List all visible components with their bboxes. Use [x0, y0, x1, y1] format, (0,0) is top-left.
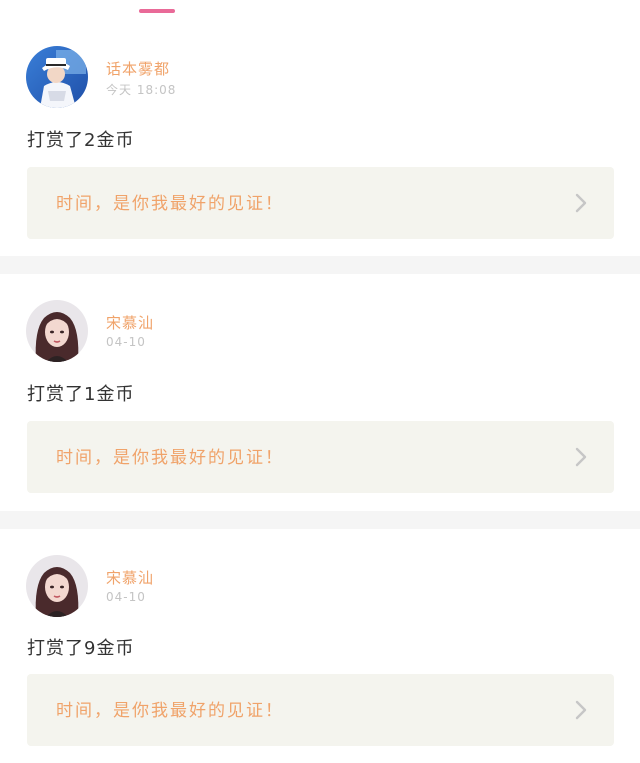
timestamp: 04-10 — [106, 335, 146, 349]
avatar-girl-dark-hair-icon — [26, 300, 88, 362]
card-divider — [0, 256, 640, 274]
page: 话本雾都 今天 18:08 打赏了2金币 时间，是你我最好的见证！ 宋慕汕 04… — [0, 0, 640, 763]
username[interactable]: 宋慕汕 — [106, 567, 154, 588]
timestamp: 04-10 — [106, 590, 146, 604]
username[interactable]: 话本雾都 — [106, 58, 170, 79]
feed-card: 话本雾都 今天 18:08 打赏了2金币 时间，是你我最好的见证！ — [0, 20, 640, 256]
avatar[interactable] — [26, 555, 88, 617]
avatar[interactable] — [26, 300, 88, 362]
username[interactable]: 宋慕汕 — [106, 312, 154, 333]
avatar[interactable] — [26, 46, 88, 108]
quote-text: 时间，是你我最好的见证！ — [56, 701, 284, 721]
chevron-right-icon — [575, 700, 587, 720]
chevron-right-icon — [575, 447, 587, 467]
card-divider — [0, 511, 640, 529]
quote-box[interactable]: 时间，是你我最好的见证！ — [27, 421, 614, 493]
feed-card: 宋慕汕 04-10 打赏了9金币 时间，是你我最好的见证！ — [0, 529, 640, 763]
avatar-girl-dark-hair-icon — [26, 555, 88, 617]
reward-text: 打赏了2金币 — [27, 130, 135, 151]
chevron-right-icon — [575, 193, 587, 213]
quote-box[interactable]: 时间，是你我最好的见证！ — [27, 167, 614, 239]
quote-text: 时间，是你我最好的见证！ — [56, 448, 284, 468]
avatar-boy-white-hat-icon — [26, 46, 88, 108]
quote-box[interactable]: 时间，是你我最好的见证！ — [27, 674, 614, 746]
feed-card: 宋慕汕 04-10 打赏了1金币 时间，是你我最好的见证！ — [0, 274, 640, 511]
reward-text: 打赏了1金币 — [27, 384, 135, 405]
active-tab-indicator — [139, 9, 175, 13]
quote-text: 时间，是你我最好的见证！ — [56, 194, 284, 214]
reward-text: 打赏了9金币 — [27, 638, 135, 659]
timestamp: 今天 18:08 — [106, 83, 177, 97]
